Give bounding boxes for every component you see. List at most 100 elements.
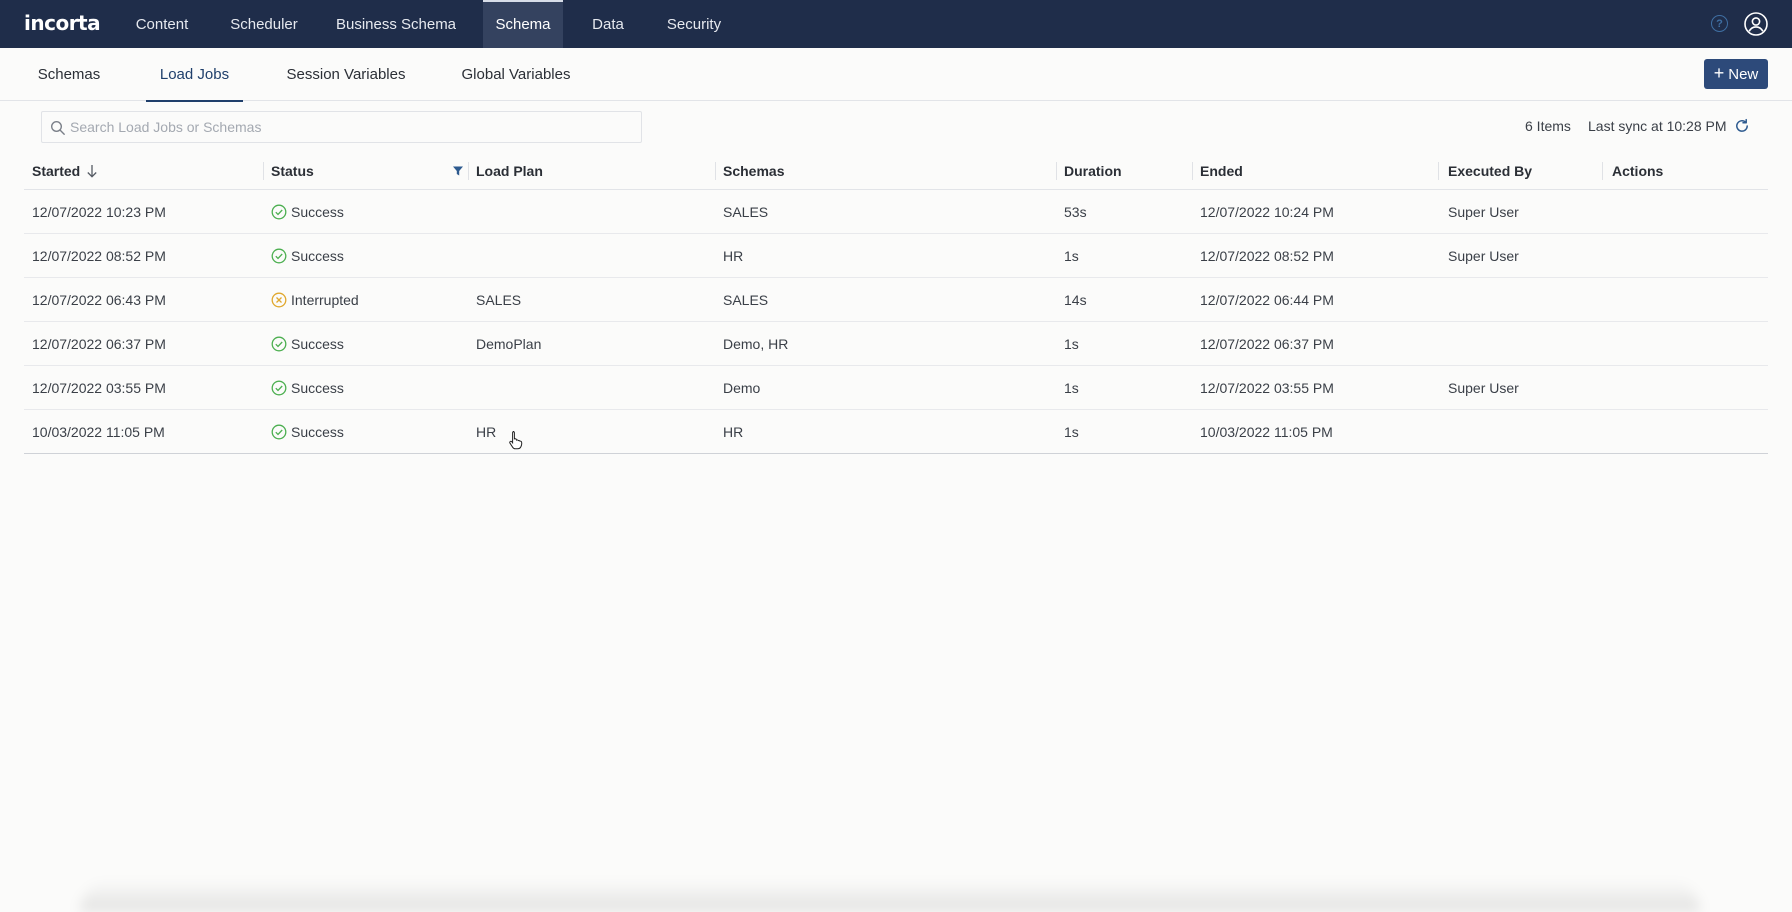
cell-schemas: SALES xyxy=(723,204,769,220)
cell-status: Interrupted xyxy=(271,278,359,322)
column-header-executed-by[interactable]: Executed By xyxy=(1448,152,1532,190)
cell-started: 10/03/2022 11:05 PM xyxy=(32,424,165,440)
nav-item-business-schema[interactable]: Business Schema xyxy=(330,0,462,48)
status-label: Success xyxy=(291,248,344,264)
top-navigation-bar: incorta Content Scheduler Business Schem… xyxy=(0,0,1792,48)
nav-item-schema[interactable]: Schema xyxy=(483,0,563,48)
column-divider xyxy=(1056,162,1057,180)
cell-started: 12/07/2022 06:43 PM xyxy=(32,292,166,308)
cell-duration: 1s xyxy=(1064,336,1079,352)
column-header-status[interactable]: Status xyxy=(271,152,314,190)
cell-executed-by: Super User xyxy=(1448,380,1519,396)
status-label: Interrupted xyxy=(291,292,359,308)
cell-ended: 12/07/2022 03:55 PM xyxy=(1200,380,1334,396)
status-label: Success xyxy=(291,204,344,220)
plus-icon: + xyxy=(1713,63,1725,83)
cell-schemas: HR xyxy=(723,424,744,440)
cell-status: Success xyxy=(271,366,344,410)
status-label: Success xyxy=(291,380,344,396)
filter-icon[interactable] xyxy=(452,165,464,177)
column-divider xyxy=(715,162,716,180)
status-label: Success xyxy=(291,336,344,352)
success-check-icon xyxy=(271,248,287,264)
cell-executed-by: Super User xyxy=(1448,248,1519,264)
search-input[interactable] xyxy=(68,112,638,142)
column-divider xyxy=(468,162,469,180)
bottom-shadow xyxy=(80,880,1700,912)
success-check-icon xyxy=(271,204,287,220)
cell-duration: 1s xyxy=(1064,380,1079,396)
column-header-actions: Actions xyxy=(1612,163,1664,179)
cell-duration: 1s xyxy=(1064,424,1079,440)
last-sync-text: Last sync at 10:28 PM xyxy=(1588,118,1727,134)
cell-ended: 10/03/2022 11:05 PM xyxy=(1200,424,1333,440)
success-check-icon xyxy=(271,424,287,440)
new-button[interactable]: + New xyxy=(1704,59,1768,89)
tab-session-variables[interactable]: Session Variables xyxy=(277,48,415,101)
cell-status: Success xyxy=(271,322,344,366)
success-check-icon xyxy=(271,336,287,352)
status-label: Success xyxy=(291,424,344,440)
load-jobs-table: Started Status Load Plan Schemas Duratio… xyxy=(24,152,1768,454)
table-row[interactable]: 12/07/2022 06:43 PM Interrupted SALES SA… xyxy=(24,278,1768,322)
column-divider xyxy=(1438,162,1439,180)
column-header-started-label: Started xyxy=(32,163,81,179)
search-icon xyxy=(50,120,65,135)
column-header-duration[interactable]: Duration xyxy=(1064,152,1122,190)
table-row[interactable]: 12/07/2022 10:23 PM Success SALES 53s 12… xyxy=(24,190,1768,234)
tab-global-variables[interactable]: Global Variables xyxy=(452,48,580,101)
cell-load-plan: HR xyxy=(476,424,497,440)
help-icon[interactable]: ? xyxy=(1711,15,1728,32)
nav-item-security[interactable]: Security xyxy=(656,0,732,48)
cell-duration: 14s xyxy=(1064,292,1087,308)
column-header-load-plan[interactable]: Load Plan xyxy=(476,152,543,190)
column-header-schemas[interactable]: Schemas xyxy=(723,152,784,190)
table-row[interactable]: 12/07/2022 06:37 PM Success DemoPlan Dem… xyxy=(24,322,1768,366)
refresh-icon[interactable] xyxy=(1734,118,1750,134)
cell-duration: 53s xyxy=(1064,204,1087,220)
column-divider xyxy=(1192,162,1193,180)
cell-started: 12/07/2022 06:37 PM xyxy=(32,336,166,352)
new-button-label: New xyxy=(1728,65,1759,83)
success-check-icon xyxy=(271,380,287,396)
interrupted-x-icon xyxy=(271,292,287,308)
table-header: Started Status Load Plan Schemas Duratio… xyxy=(24,152,1768,190)
cell-schemas: Demo, HR xyxy=(723,336,789,352)
cell-duration: 1s xyxy=(1064,248,1079,264)
table-row[interactable]: 12/07/2022 08:52 PM Success HR 1s 12/07/… xyxy=(24,234,1768,278)
items-count: 6 Items xyxy=(1525,118,1571,134)
cell-started: 12/07/2022 03:55 PM xyxy=(32,380,166,396)
cell-status: Success xyxy=(271,410,344,454)
cell-ended: 12/07/2022 08:52 PM xyxy=(1200,248,1334,264)
cell-status: Success xyxy=(271,234,344,278)
column-divider xyxy=(263,162,264,180)
tab-load-jobs[interactable]: Load Jobs xyxy=(146,48,243,102)
cell-schemas: SALES xyxy=(723,292,769,308)
hand-cursor-icon xyxy=(509,431,523,450)
sort-descending-icon[interactable] xyxy=(86,164,98,178)
table-row[interactable]: 12/07/2022 03:55 PM Success Demo 1s 12/0… xyxy=(24,366,1768,410)
nav-item-content[interactable]: Content xyxy=(122,0,202,48)
column-header-ended[interactable]: Ended xyxy=(1200,152,1243,190)
cell-ended: 12/07/2022 06:44 PM xyxy=(1200,292,1334,308)
cell-ended: 12/07/2022 10:24 PM xyxy=(1200,204,1334,220)
cell-ended: 12/07/2022 06:37 PM xyxy=(1200,336,1334,352)
cell-executed-by: Super User xyxy=(1448,204,1519,220)
cell-load-plan: SALES xyxy=(476,292,522,308)
incorta-logo[interactable]: incorta xyxy=(24,11,101,35)
nav-item-data[interactable]: Data xyxy=(580,0,636,48)
cell-load-plan: DemoPlan xyxy=(476,336,542,352)
schema-subtabs: Schemas Load Jobs Session Variables Glob… xyxy=(0,48,1792,102)
cell-started: 12/07/2022 08:52 PM xyxy=(32,248,166,264)
column-divider xyxy=(1602,162,1603,180)
tab-schemas[interactable]: Schemas xyxy=(24,48,114,101)
search-box xyxy=(41,111,642,143)
user-avatar-icon[interactable] xyxy=(1744,12,1768,36)
cell-status: Success xyxy=(271,190,344,234)
table-row[interactable]: 10/03/2022 11:05 PM Success HR HR 1s 10/… xyxy=(24,410,1768,454)
nav-item-scheduler[interactable]: Scheduler xyxy=(220,0,308,48)
cell-schemas: HR xyxy=(723,248,744,264)
cell-started: 12/07/2022 10:23 PM xyxy=(32,204,166,220)
column-header-started[interactable]: Started xyxy=(32,152,98,190)
cell-schemas: Demo xyxy=(723,380,761,396)
